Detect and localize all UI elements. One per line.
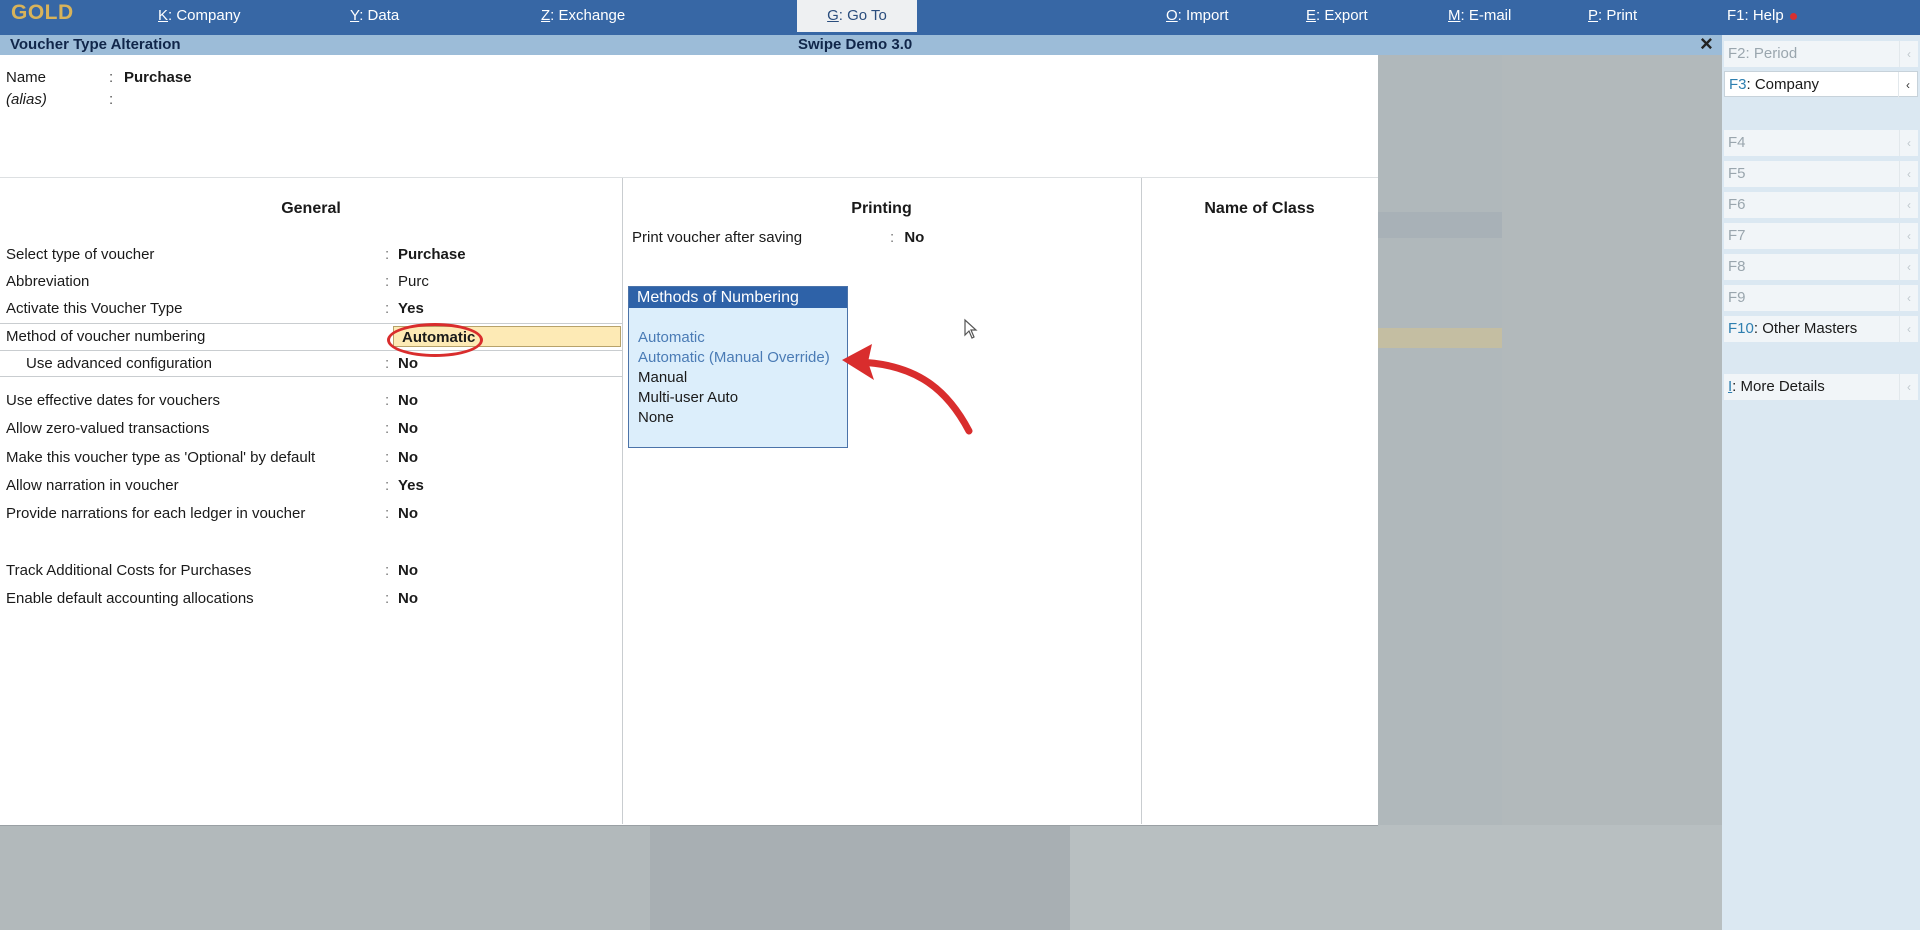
field-narrations-each-ledger[interactable]: Provide narrations for each ledger in vo…	[0, 501, 622, 527]
background-area-lower-right	[1070, 825, 1722, 930]
column-divider	[1141, 178, 1142, 824]
chevron-left-icon: ‹	[1899, 130, 1918, 156]
chevron-left-icon: ‹	[1899, 374, 1918, 400]
option-manual[interactable]: Manual	[638, 369, 687, 386]
red-arrow-icon	[842, 344, 973, 435]
field-use-advanced-configuration[interactable]: Use advanced configuration: No	[0, 351, 622, 377]
field-optional-by-default[interactable]: Make this voucher type as 'Optional' by …	[0, 445, 622, 471]
sidebar-item-other-masters[interactable]: F10: Other Masters ‹	[1724, 316, 1918, 342]
name-value[interactable]: Purchase	[124, 69, 192, 86]
field-print-after-saving[interactable]: Print voucher after saving	[632, 229, 802, 246]
window-title: Voucher Type Alteration	[10, 36, 181, 53]
name-of-class-heading: Name of Class	[1204, 200, 1315, 217]
highlight-circle-annotation	[387, 323, 483, 357]
background-area-lower	[650, 825, 1070, 930]
sidebar-item-f7[interactable]: F7 ‹	[1724, 223, 1918, 249]
sidebar-item-f4[interactable]: F4 ‹	[1724, 130, 1918, 156]
option-multi-user-auto[interactable]: Multi-user Auto	[638, 389, 738, 406]
field-activate-voucher-type[interactable]: Activate this Voucher Type: Yes	[0, 296, 622, 322]
close-icon[interactable]: ×	[1700, 33, 1713, 55]
general-heading: General	[281, 200, 341, 217]
chevron-left-icon: ‹	[1899, 254, 1918, 280]
menu-go-to[interactable]: G: Go To	[797, 0, 917, 32]
product-brand: GOLD	[11, 1, 74, 24]
option-automatic-manual-override[interactable]: Automatic (Manual Override)	[638, 349, 830, 366]
option-none[interactable]: None	[638, 409, 674, 426]
function-key-sidebar: F2: Period ‹ F3: Company ‹ F4 ‹ F5 ‹ F6 …	[1722, 35, 1920, 930]
notification-dot-icon	[1789, 12, 1797, 20]
chevron-left-icon: ‹	[1899, 316, 1918, 342]
company-name: Swipe Demo 3.0	[798, 36, 913, 53]
column-divider	[622, 178, 623, 824]
sidebar-item-f5[interactable]: F5 ‹	[1724, 161, 1918, 187]
menu-email[interactable]: M: E-mail	[1448, 0, 1511, 35]
popup-title: Methods of Numbering	[629, 287, 847, 308]
section-divider	[0, 177, 1378, 178]
alias-label: (alias)	[6, 91, 47, 108]
field-allow-narration[interactable]: Allow narration in voucher: Yes	[0, 473, 622, 499]
menu-print[interactable]: P: Print	[1588, 0, 1637, 35]
option-automatic[interactable]: Automatic	[638, 329, 705, 346]
chevron-left-icon: ‹	[1899, 161, 1918, 187]
row-divider	[0, 376, 622, 377]
chevron-left-icon: ‹	[1899, 285, 1918, 311]
background-band	[1378, 212, 1502, 238]
mouse-cursor-icon	[964, 318, 978, 339]
field-abbreviation[interactable]: Abbreviation: Purc	[0, 269, 622, 295]
name-label: Name	[6, 69, 47, 86]
menu-help[interactable]: F1: Help	[1727, 0, 1797, 35]
background-band-highlight	[1378, 328, 1502, 348]
print-after-saving-value[interactable]: : No	[890, 229, 924, 246]
chevron-left-icon: ‹	[1899, 223, 1918, 249]
menu-exchange[interactable]: Z: Exchange	[541, 0, 625, 35]
chevron-left-icon: ‹	[1898, 72, 1917, 98]
window-title-bar: Voucher Type Alteration Swipe Demo 3.0	[0, 35, 1722, 55]
sidebar-item-f6[interactable]: F6 ‹	[1724, 192, 1918, 218]
field-use-effective-dates[interactable]: Use effective dates for vouchers: No	[0, 388, 622, 414]
printing-heading: Printing	[851, 200, 912, 217]
menu-import[interactable]: O: Import	[1166, 0, 1229, 35]
menu-company[interactable]: K: Company	[158, 0, 241, 35]
methods-of-numbering-popup: Methods of Numbering Automatic Automatic…	[628, 286, 848, 448]
field-method-of-voucher-numbering[interactable]: Method of voucher numbering Automatic	[0, 323, 622, 351]
field-allow-zero-valued[interactable]: Allow zero-valued transactions: No	[0, 416, 622, 442]
menu-export[interactable]: E: Export	[1306, 0, 1368, 35]
field-default-accounting-allocations[interactable]: Enable default accounting allocations: No	[0, 586, 622, 612]
chevron-left-icon: ‹	[1899, 41, 1918, 67]
chevron-left-icon: ‹	[1899, 192, 1918, 218]
sidebar-item-period[interactable]: F2: Period ‹	[1724, 41, 1918, 67]
background-area	[1378, 55, 1502, 825]
field-select-type-of-voucher[interactable]: Select type of voucher: Purchase	[0, 242, 622, 268]
field-track-additional-costs[interactable]: Track Additional Costs for Purchases: No	[0, 558, 622, 584]
menu-data[interactable]: Y: Data	[350, 0, 399, 35]
sidebar-item-f9[interactable]: F9 ‹	[1724, 285, 1918, 311]
sidebar-item-more-details[interactable]: I: More Details ‹	[1724, 374, 1918, 400]
sidebar-item-company[interactable]: F3: Company ‹	[1724, 71, 1918, 98]
top-menu-bar: GOLD K: Company Y: Data Z: Exchange G: G…	[0, 0, 1920, 35]
sidebar-item-f8[interactable]: F8 ‹	[1724, 254, 1918, 280]
